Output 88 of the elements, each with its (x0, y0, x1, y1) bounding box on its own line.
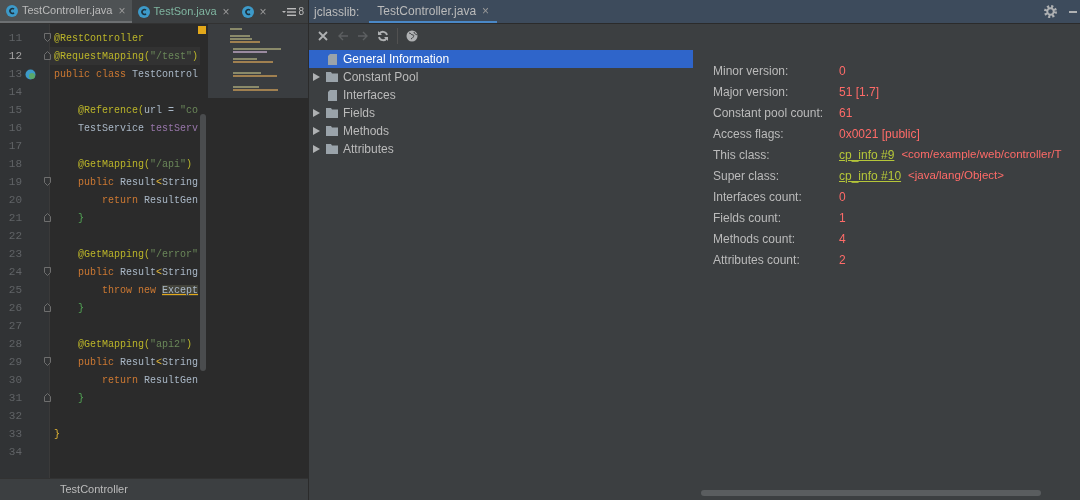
fold-icon[interactable] (44, 357, 51, 366)
scrollbar-thumb[interactable] (200, 114, 206, 371)
field-label: Interfaces count: (713, 188, 803, 206)
code-line: @GetMapping("/api") (77, 157, 193, 172)
class-icon (241, 5, 254, 18)
code-line: public class TestControl (54, 67, 199, 82)
tree-item[interactable]: Fields (309, 104, 693, 122)
tree-item[interactable]: Methods (309, 122, 693, 140)
editor-tab[interactable]: TestController.java × (369, 0, 498, 23)
field-value: 4 (839, 230, 846, 248)
field-label: Minor version: (713, 62, 790, 80)
tab-overflow-button[interactable]: 8 (278, 0, 308, 23)
editor-tab[interactable]: × (235, 0, 273, 23)
close-icon[interactable]: × (118, 1, 126, 20)
code-line: return ResultGen (101, 193, 199, 208)
code-line: return ResultGen (101, 373, 199, 388)
editor-tab[interactable]: TestSon.java × (131, 0, 236, 23)
field-label: Methods count: (713, 230, 797, 248)
folder-icon (326, 72, 338, 82)
close-icon[interactable]: × (259, 2, 267, 21)
code-line: } (77, 391, 84, 406)
class-icon (6, 4, 18, 17)
close-icon[interactable]: × (222, 2, 230, 21)
panel-title: jclasslib: (314, 3, 360, 21)
editor-tab[interactable]: TestController.java × (0, 0, 132, 23)
class-icon (137, 5, 150, 18)
field-value: 61 (839, 104, 853, 122)
line-number: 12 (7, 48, 22, 64)
horizontal-scrollbar[interactable] (701, 490, 1041, 496)
field-value: 0 (839, 62, 846, 80)
list-icon (282, 7, 297, 16)
code-line: } (54, 427, 60, 442)
fold-icon[interactable] (44, 177, 51, 186)
code-line: public Result<String (77, 175, 199, 190)
file-icon (327, 89, 337, 101)
expand-arrow-icon[interactable] (313, 73, 320, 81)
field-value: <com/example/web/controller/T (901, 146, 1062, 162)
code-line: public Result<String (77, 355, 199, 370)
fold-icon[interactable] (44, 213, 51, 222)
field-value: 0 (839, 188, 846, 206)
field-value: 0x0021 [public] (839, 125, 920, 143)
link[interactable]: cp_info #9 (839, 145, 895, 164)
tree-item[interactable]: Interfaces (309, 86, 693, 104)
field-label: Major version: (713, 83, 790, 101)
field-value: 51 [1.7] (839, 83, 880, 101)
file-icon (327, 53, 337, 65)
minimize-icon[interactable] (1069, 10, 1077, 13)
code-line: TestService testServ (77, 121, 199, 136)
code-line: @GetMapping("/error" (77, 247, 199, 262)
close-icon[interactable]: × (482, 1, 490, 20)
code-line: public Result<String (77, 265, 199, 280)
field-label: This class: (713, 146, 771, 164)
fold-icon[interactable] (44, 33, 51, 42)
field-label: Access flags: (713, 125, 785, 143)
settings-icon[interactable] (1044, 5, 1057, 18)
refresh-icon[interactable] (377, 30, 389, 42)
fold-icon[interactable] (44, 51, 51, 60)
field-value: 1 (839, 209, 846, 227)
code-line: } (77, 211, 84, 226)
tree-item[interactable]: Attributes (309, 140, 693, 158)
link[interactable]: cp_info #10 (839, 166, 902, 185)
code-line: } (77, 301, 84, 316)
expand-arrow-icon[interactable] (313, 127, 320, 135)
tree-item[interactable]: Constant Pool (309, 68, 693, 86)
code-line: throw new Except (101, 283, 199, 298)
tree-item[interactable]: General Information (309, 50, 693, 68)
fold-icon[interactable] (44, 303, 51, 312)
field-value: 2 (839, 251, 846, 269)
code-line: @GetMapping("api2") (77, 337, 193, 352)
field-label: Super class: (713, 167, 781, 185)
field-label: Attributes count: (713, 251, 801, 269)
folder-icon (326, 126, 338, 136)
fold-icon[interactable] (44, 393, 51, 402)
code-line: @RestController (54, 31, 144, 46)
field-value: <java/lang/Object> (908, 167, 1004, 183)
implemented-icon[interactable] (25, 68, 36, 80)
close-icon[interactable] (317, 30, 329, 42)
field-label: Constant pool count: (713, 104, 825, 122)
expand-arrow-icon[interactable] (313, 109, 320, 117)
code-line: @RequestMapping("/test") (54, 49, 199, 64)
breadcrumb[interactable]: TestController (60, 481, 128, 498)
expand-arrow-icon[interactable] (313, 145, 320, 153)
code-line: @Reference(url = "co (77, 103, 199, 118)
warning-marker-icon (198, 26, 206, 34)
fold-icon[interactable] (44, 267, 51, 276)
field-label: Fields count: (713, 209, 783, 227)
folder-icon (326, 144, 338, 154)
folder-icon (326, 108, 338, 118)
